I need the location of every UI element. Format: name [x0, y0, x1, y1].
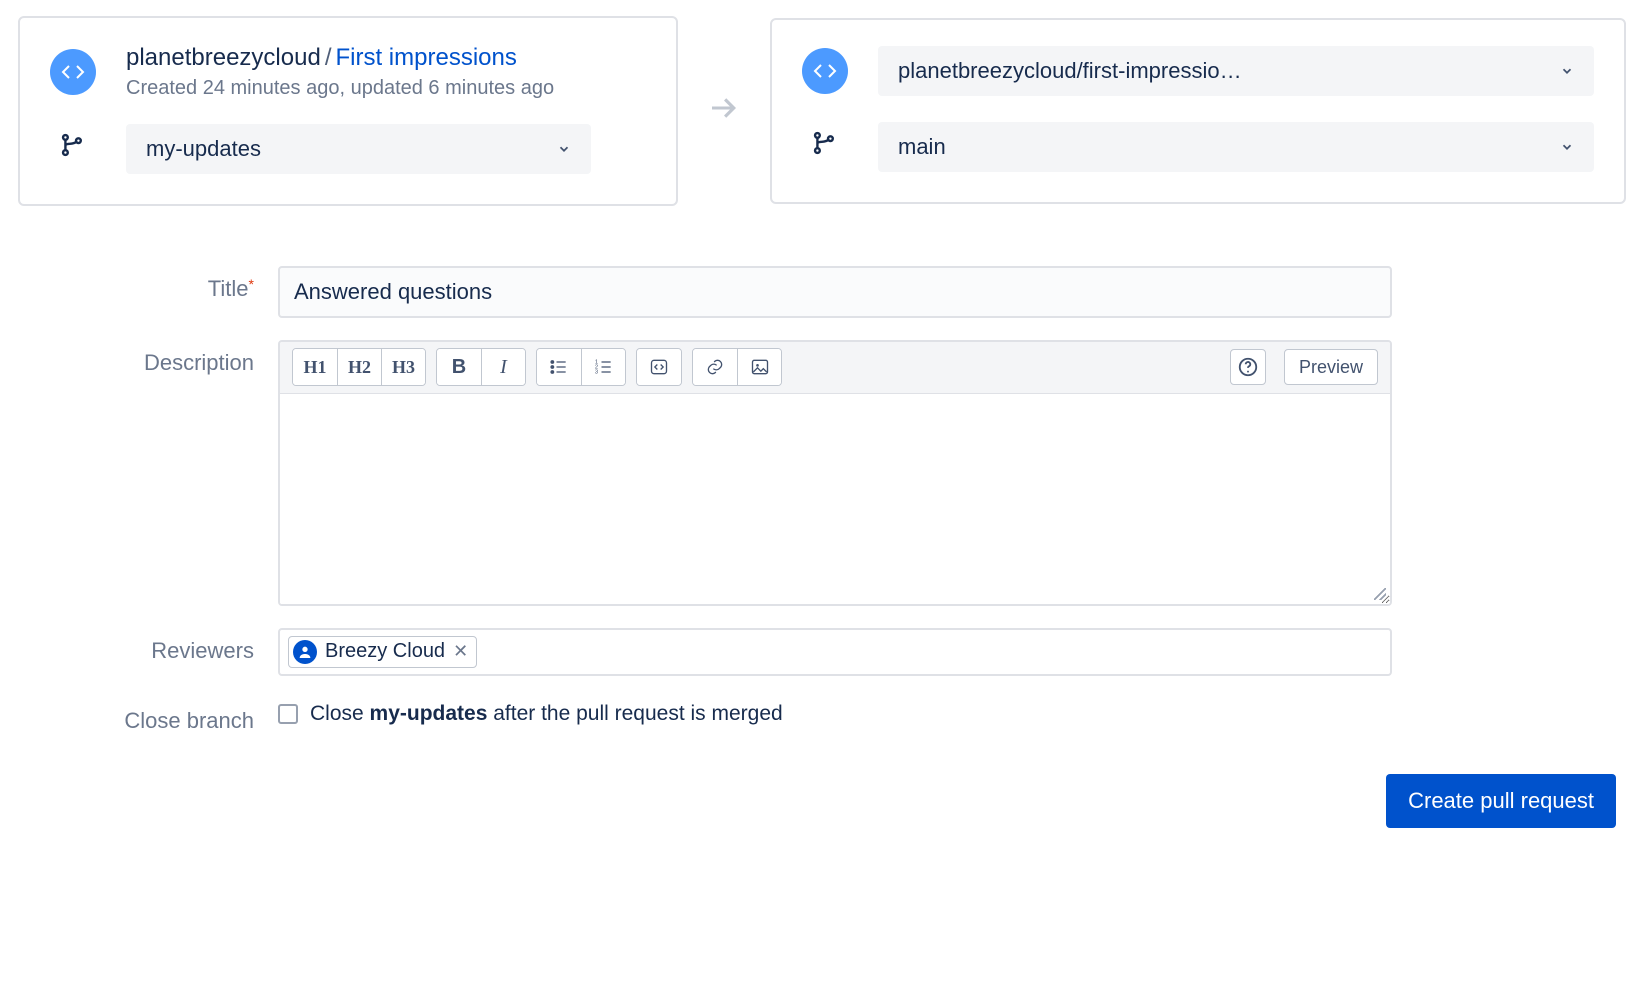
compare-arrow: [694, 90, 754, 131]
remove-reviewer-button[interactable]: ✕: [453, 641, 468, 662]
branch-icon: [50, 132, 96, 165]
avatar-icon: [293, 640, 317, 664]
chevron-down-icon: [1548, 134, 1574, 160]
reviewer-chip: Breezy Cloud ✕: [288, 636, 477, 668]
title-input[interactable]: [278, 266, 1392, 318]
source-repo-info: planetbreezycloud/First impressions Crea…: [126, 44, 554, 100]
link-button[interactable]: [693, 349, 737, 385]
chevron-down-icon: [545, 136, 571, 162]
chevron-down-icon: [1548, 58, 1574, 84]
description-label: Description: [18, 340, 278, 376]
editor-toolbar: H1 H2 H3 B I 123: [280, 342, 1390, 394]
italic-button[interactable]: I: [481, 349, 525, 385]
target-branch-label: main: [898, 134, 946, 160]
image-button[interactable]: [737, 349, 781, 385]
source-branch-label: my-updates: [146, 136, 261, 162]
branch-icon: [802, 130, 848, 163]
pr-form: Title* Description H1 H2 H3 B I: [18, 266, 1626, 828]
source-branch-selector[interactable]: my-updates: [126, 124, 591, 174]
h2-button[interactable]: H2: [337, 349, 381, 385]
bold-button[interactable]: B: [437, 349, 481, 385]
svg-text:3: 3: [594, 370, 597, 376]
source-owner: planetbreezycloud: [126, 44, 321, 71]
code-button[interactable]: [637, 349, 681, 385]
source-repo-link[interactable]: First impressions: [335, 44, 516, 71]
help-button[interactable]: [1230, 349, 1266, 385]
close-branch-text: Close my-updates after the pull request …: [310, 702, 783, 726]
title-label: Title*: [18, 266, 278, 302]
target-repo-selector[interactable]: planetbreezycloud/first-impressio…: [878, 46, 1594, 96]
target-card: planetbreezycloud/first-impressio… main: [770, 18, 1626, 204]
reviewer-name: Breezy Cloud: [325, 640, 445, 663]
source-card: planetbreezycloud/First impressions Crea…: [18, 16, 678, 206]
bullet-list-button[interactable]: [537, 349, 581, 385]
create-pull-request-button[interactable]: Create pull request: [1386, 774, 1616, 828]
description-textarea[interactable]: [280, 394, 1390, 604]
close-branch-label: Close branch: [18, 698, 278, 734]
h3-button[interactable]: H3: [381, 349, 425, 385]
code-icon: [802, 48, 848, 94]
preview-button[interactable]: Preview: [1284, 349, 1378, 385]
code-icon: [50, 49, 96, 95]
arrow-right-icon: [706, 90, 742, 131]
description-editor: H1 H2 H3 B I 123: [278, 340, 1392, 606]
close-branch-checkbox[interactable]: [278, 704, 298, 724]
target-repo-label: planetbreezycloud/first-impressio…: [898, 58, 1242, 84]
numbered-list-button[interactable]: 123: [581, 349, 625, 385]
source-meta: Created 24 minutes ago, updated 6 minute…: [126, 77, 554, 100]
h1-button[interactable]: H1: [293, 349, 337, 385]
reviewers-input[interactable]: Breezy Cloud ✕: [278, 628, 1392, 676]
target-branch-selector[interactable]: main: [878, 122, 1594, 172]
branch-comparison: planetbreezycloud/First impressions Crea…: [18, 16, 1626, 206]
reviewers-label: Reviewers: [18, 628, 278, 664]
